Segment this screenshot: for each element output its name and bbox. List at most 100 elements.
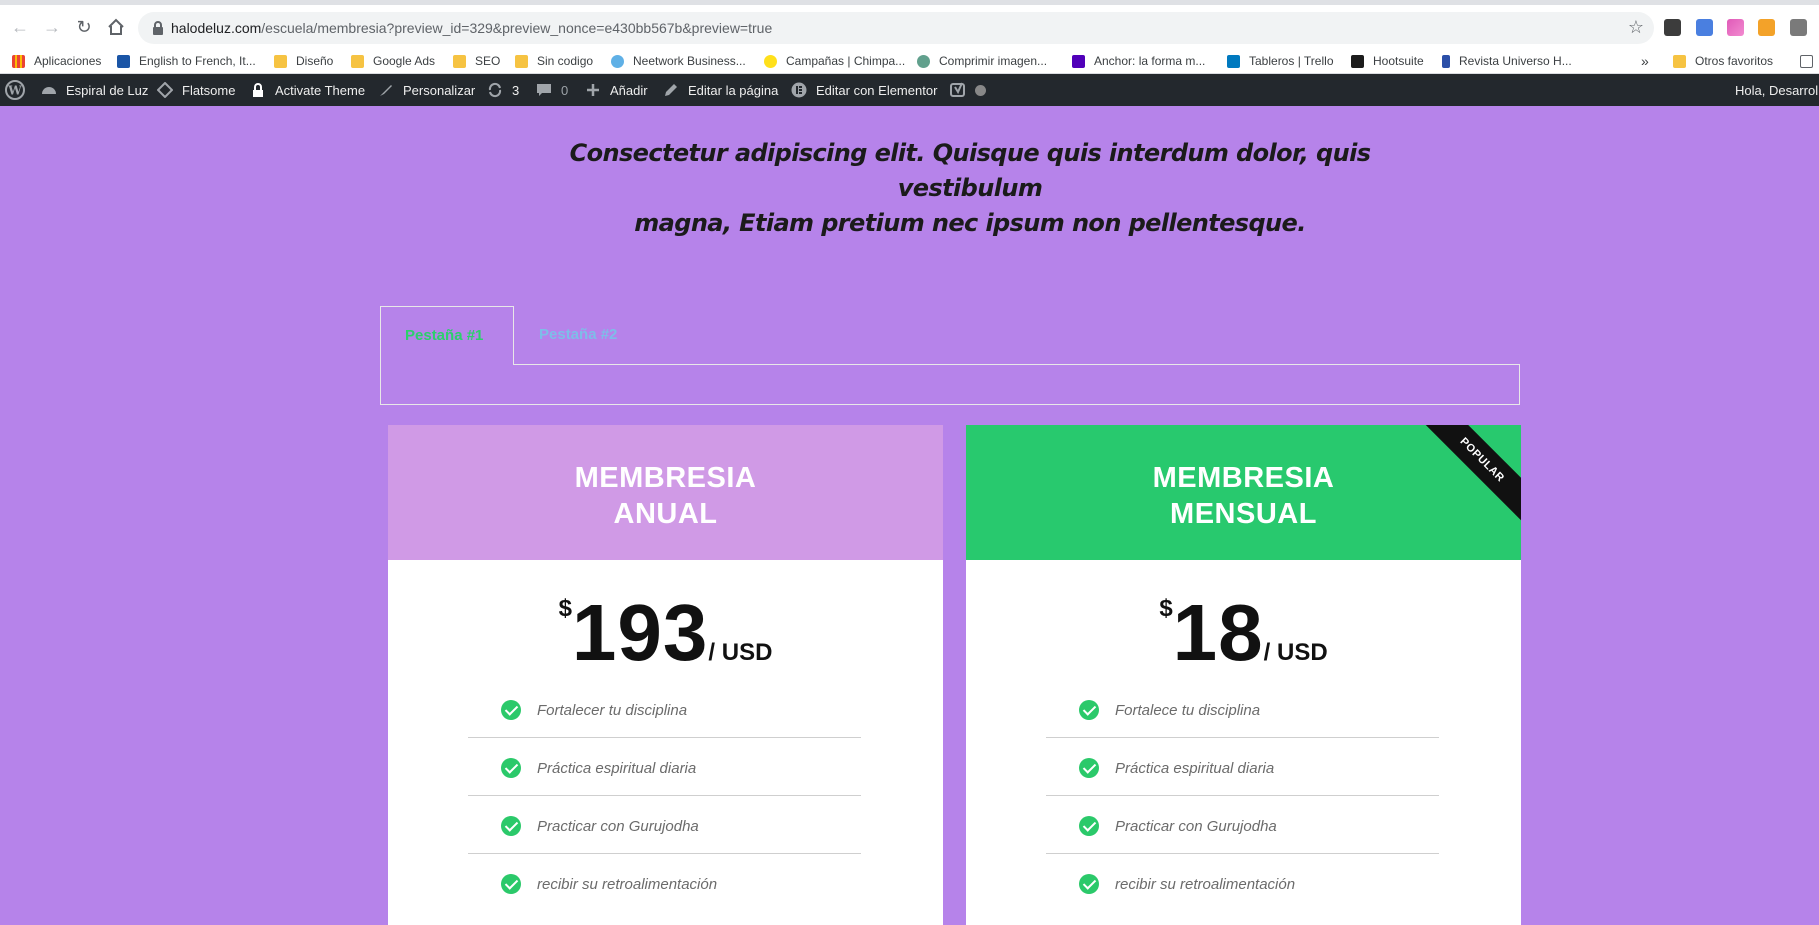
activate-theme-link[interactable]: Activate Theme [250, 74, 365, 106]
bookmark-diseno[interactable]: Diseño [274, 52, 333, 70]
folder-icon [1673, 54, 1686, 68]
bookmark-otros-favoritos[interactable]: Otros favoritos [1673, 52, 1773, 70]
ribbon-label: POPULAR [1421, 425, 1521, 524]
bookmark-star-icon[interactable]: ☆ [1628, 17, 1644, 38]
bookmark-apps[interactable]: Aplicaciones [12, 52, 101, 70]
lock-icon [253, 83, 263, 97]
feature-item: recibir su retroalimentación [468, 854, 861, 912]
plus-icon [587, 84, 599, 96]
check-icon [501, 874, 521, 894]
bookmark-tinypng[interactable]: Comprimir imagen... [917, 52, 1047, 70]
folder-icon [453, 54, 466, 68]
plan-header: MEMBRESIA MENSUAL POPULAR [966, 425, 1521, 560]
bookmark-trello[interactable]: Tableros | Trello [1227, 52, 1334, 70]
check-icon [501, 758, 521, 778]
bookmark-revista[interactable]: Revista Universo H... [1442, 52, 1572, 70]
bookmarks-more-button[interactable]: » [1641, 52, 1649, 70]
check-icon [1079, 816, 1099, 836]
customize-link[interactable]: Personalizar [378, 74, 475, 106]
anchor-icon [1072, 54, 1085, 68]
bookmark-anchor[interactable]: Anchor: la forma m... [1072, 52, 1205, 70]
bookmark-sin-codigo[interactable]: Sin codigo [515, 52, 593, 70]
subtitle-line: Consectetur adipiscing elit. Quisque qui… [569, 139, 1371, 202]
plan-header: MEMBRESIA ANUAL [388, 425, 943, 560]
forward-icon[interactable]: → [40, 15, 64, 39]
wp-admin-bar: W Espiral de Luz Flatsome Activate Theme… [0, 74, 1819, 106]
bookmark-mailchimp[interactable]: Campañas | Chimpa... [764, 52, 905, 70]
tab-panel [380, 364, 1520, 405]
plan-card-anual: MEMBRESIA ANUAL $193/ USD Fortalecer tu … [388, 425, 943, 925]
svg-text:W: W [7, 84, 22, 98]
folder-icon [274, 54, 287, 68]
folder-icon [351, 54, 364, 68]
check-icon [501, 816, 521, 836]
add-new-link[interactable]: Añadir [585, 74, 648, 106]
extension-pink-icon[interactable] [1727, 19, 1744, 36]
popular-ribbon: POPULAR [1421, 425, 1521, 525]
elementor-icon [791, 82, 807, 98]
extension-translate-icon[interactable] [1696, 19, 1713, 36]
flatsome-icon [157, 82, 173, 98]
reload-icon[interactable]: ↻ [72, 15, 96, 39]
plan-title: MEMBRESIA ANUAL [574, 462, 757, 530]
comments-link[interactable]: 0 [536, 74, 568, 106]
check-icon [1079, 874, 1099, 894]
flatsome-link[interactable]: Flatsome [157, 74, 235, 106]
bookmark-neetwork[interactable]: Neetwork Business... [611, 52, 746, 70]
price-amount: 193 [571, 588, 709, 677]
seo-status-dot-icon [975, 84, 986, 96]
updates-icon [488, 82, 502, 98]
wordpress-logo-icon[interactable]: W [5, 74, 25, 106]
yoast-icon [950, 82, 965, 97]
trello-icon [1227, 54, 1240, 68]
bookmark-google-ads[interactable]: Google Ads [351, 52, 435, 70]
yoast-seo-link[interactable] [950, 74, 986, 106]
feature-item: Fortalecer tu disciplina [468, 680, 861, 738]
plan-card-mensual: MEMBRESIA MENSUAL POPULAR $18/ USD Forta… [966, 425, 1521, 925]
price-currency: $ [1159, 595, 1173, 622]
tab-pestana-1[interactable]: Pestaña #1 [380, 306, 514, 365]
revista-icon [1442, 54, 1450, 68]
feature-list: Fortalecer tu disciplina Práctica espiri… [468, 680, 861, 912]
bookmark-hootsuite[interactable]: Hootsuite [1351, 52, 1424, 70]
account-greeting[interactable]: Hola, Desarroll [1735, 74, 1819, 106]
feature-item: recibir su retroalimentación [1046, 854, 1439, 912]
feature-item: Practicar con Gurujodha [468, 796, 861, 854]
feature-item: Práctica espiritual diaria [468, 738, 861, 796]
folder-icon [515, 54, 528, 68]
plan-price: $18/ USD [966, 593, 1521, 673]
extension-orange-icon[interactable] [1758, 19, 1775, 36]
lock-icon [153, 21, 163, 35]
price-amount: 18 [1172, 588, 1264, 677]
extension-flow-icon[interactable] [1664, 19, 1681, 36]
elementor-link[interactable]: Editar con Elementor [791, 74, 937, 106]
reading-list-icon[interactable] [1800, 52, 1819, 70]
feature-item: Fortalece tu disciplina [1046, 680, 1439, 738]
extension-eyedropper-icon[interactable] [1790, 19, 1807, 36]
page-subtitle: Consectetur adipiscing elit. Quisque qui… [520, 136, 1420, 241]
home-icon[interactable] [104, 15, 128, 39]
price-period: / USD [1263, 639, 1328, 666]
updates-link[interactable]: 3 [487, 74, 519, 106]
check-icon [1079, 758, 1099, 778]
feature-item: Práctica espiritual diaria [1046, 738, 1439, 796]
bookmark-wordreference[interactable]: English to French, It... [117, 52, 256, 70]
address-bar[interactable]: halodeluz.com/escuela/membresia?preview_… [138, 12, 1654, 44]
price-period: / USD [708, 639, 773, 666]
price-currency: $ [558, 595, 572, 622]
tab-pestana-2[interactable]: Pestaña #2 [539, 326, 617, 343]
apps-grid-icon [12, 54, 25, 68]
plan-price: $193/ USD [388, 593, 943, 673]
back-icon[interactable]: ← [8, 15, 32, 39]
tinypng-icon [917, 54, 930, 68]
site-name-link[interactable]: Espiral de Luz [41, 74, 148, 106]
bookmarks-bar: Aplicaciones English to French, It... Di… [0, 46, 1819, 74]
edit-page-link[interactable]: Editar la página [663, 74, 778, 106]
bookmark-seo[interactable]: SEO [453, 52, 500, 70]
comment-icon [537, 84, 551, 96]
browser-toolbar: ← → ↻ halodeluz.com/escuela/membresia?pr… [0, 0, 1819, 46]
brush-icon [380, 85, 392, 96]
neetwork-icon [611, 54, 624, 68]
hootsuite-icon [1351, 54, 1364, 68]
wordreference-icon [117, 54, 130, 68]
